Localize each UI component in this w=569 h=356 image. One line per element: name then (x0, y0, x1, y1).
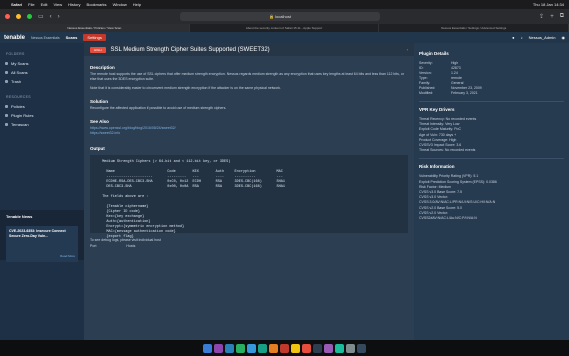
sidebar: FOLDERS My Scans All Scans Trash RESOURC… (0, 43, 84, 340)
plugin-output-box: Medium Strength Ciphers (> 64-bit and < … (90, 155, 408, 239)
plugin-title-bar: HIGH SSL Medium Strength Cipher Suites S… (84, 43, 414, 56)
bell-icon[interactable]: ♪ (521, 35, 523, 40)
folders-heading: FOLDERS (6, 52, 25, 56)
see-also-link[interactable]: https://sweet32.info (90, 131, 408, 136)
sidebar-item-trash[interactable]: Trash (0, 77, 84, 86)
macos-dock (0, 340, 569, 356)
clock[interactable]: Thu 18 Jan 14:34 (533, 2, 564, 7)
safari-icon[interactable] (225, 343, 234, 353)
plugin-details-panel: Plugin Details Severity: High ID: 42873 Ve… (414, 43, 569, 340)
sidebar-item-policies[interactable]: Policies (0, 102, 84, 111)
macos-menubar: Safari File Edit View History Bookmarks … (0, 0, 569, 9)
share-icon[interactable]: ⇪ (539, 13, 544, 20)
menu-file[interactable]: File (28, 2, 34, 7)
sidebar-item-plugin-rules[interactable]: Plugin Rules (0, 111, 84, 120)
vpr-heading: VPR Key Drivers (419, 107, 455, 112)
nav-scans[interactable]: Scans (66, 35, 78, 40)
tab-nessus-scan[interactable]: Nessus Essentials / Policies / View Scan (0, 24, 190, 32)
launchpad-icon[interactable] (214, 343, 223, 353)
minimize-window-button[interactable] (16, 14, 21, 19)
app-store-icon[interactable] (335, 343, 344, 353)
tenable-logo[interactable]: tenable (4, 35, 25, 41)
product-name: Nessus Essentials (31, 35, 60, 40)
nav-settings[interactable]: Settings (83, 34, 106, 41)
tab-nessus-settings[interactable]: Nessus Essentials / Settings / Advanced … (379, 24, 569, 32)
address-bar[interactable]: 🔒 localhost (180, 12, 380, 21)
messages-icon[interactable] (236, 343, 245, 353)
back-icon[interactable]: ‹ (50, 14, 52, 20)
output-heading: Output (90, 146, 105, 151)
music-icon[interactable] (302, 343, 311, 353)
notes-icon[interactable] (291, 343, 300, 353)
solution-text: Reconfigure the affected application if … (90, 106, 227, 110)
sidebar-item-terrascan[interactable]: Terrascan (0, 120, 84, 129)
close-window-button[interactable] (5, 14, 10, 19)
severity-badge: HIGH (90, 46, 106, 53)
forward-icon[interactable]: › (58, 14, 60, 20)
terminal-icon[interactable] (313, 343, 322, 353)
plugin-title: SSL Medium Strength Cipher Suites Suppor… (110, 46, 270, 53)
settings-icon[interactable] (346, 343, 355, 353)
menu-history[interactable]: History (68, 2, 80, 7)
sidebar-toggle-icon[interactable]: ▭ (38, 13, 44, 20)
description-text: The remote host supports the use of SSL … (90, 72, 404, 81)
user-name[interactable]: Nessus_Admin (529, 35, 556, 40)
menu-view[interactable]: View (53, 2, 62, 7)
solution-heading: Solution (90, 99, 108, 104)
browser-toolbar: ▭ ‹ › 🔒 localhost ⇪ + ⧉ (0, 9, 569, 24)
description-heading: Description (90, 65, 115, 70)
menu-app-name[interactable]: Safari (11, 2, 22, 7)
risk-item: CVSS2#AV:N/AC:L/Au:N/C:P/I:N/A:N (419, 216, 477, 221)
vpr-item: Threat Sources: No recorded events (419, 148, 476, 153)
menu-bookmarks[interactable]: Bookmarks (87, 2, 107, 7)
lock-icon: 🔒 (269, 14, 275, 19)
description-note: Note that it is considerably easier to c… (90, 86, 282, 90)
port-column-header[interactable]: Port (90, 244, 96, 248)
menu-edit[interactable]: Edit (41, 2, 48, 7)
risk-heading: Risk Information (419, 164, 455, 170)
plugin-output-panel: HIGH SSL Medium Strength Cipher Suites S… (84, 43, 414, 340)
news-card[interactable]: CVE-2023-6353: Insecure Connect Secure Z… (6, 226, 78, 262)
photos-icon[interactable] (269, 343, 278, 353)
tab-overview-icon[interactable]: ⧉ (560, 13, 564, 20)
news-heading: Tenable News (6, 214, 33, 219)
calendar-icon[interactable] (280, 343, 289, 353)
trash-icon[interactable] (357, 343, 366, 353)
tab-bar: Nessus Essentials / Policies / View Scan… (0, 24, 569, 32)
notifications-icon[interactable]: ● (512, 35, 514, 40)
sidebar-item-all-scans[interactable]: All Scans (0, 68, 84, 77)
resources-heading: RESOURCES (6, 95, 31, 99)
menu-window[interactable]: Window (113, 2, 127, 7)
detail-row: Modified: February 3, 2021 (419, 91, 478, 95)
finder-icon[interactable] (203, 343, 212, 353)
address-text: localhost (275, 14, 291, 19)
podcasts-icon[interactable] (324, 343, 333, 353)
tab-apple-support[interactable]: About the security content of Safari 15.… (190, 24, 380, 32)
tenable-news: Tenable News CVE-2023-6353: Insecure Con… (0, 210, 84, 262)
menu-help[interactable]: Help (133, 2, 141, 7)
nessus-header: tenable Nessus Essentials Scans Settings… (0, 32, 569, 43)
mail-icon[interactable] (247, 343, 256, 353)
see-also-heading: See Also (90, 119, 109, 124)
chevron-right-icon[interactable]: › (407, 47, 408, 52)
zoom-window-button[interactable] (27, 14, 32, 19)
new-tab-icon[interactable]: + (550, 14, 554, 20)
hosts-column-header[interactable]: Hosts (126, 244, 135, 248)
sidebar-item-my-scans[interactable]: My Scans (0, 59, 84, 68)
maps-icon[interactable] (258, 343, 267, 353)
read-more-link[interactable]: Read More (60, 254, 75, 259)
plugin-details-heading: Plugin Details (419, 51, 449, 56)
news-card-title: CVE-2023-6353: Insecure Connect Secure Z… (9, 229, 66, 238)
avatar[interactable]: ◉ (562, 35, 566, 40)
